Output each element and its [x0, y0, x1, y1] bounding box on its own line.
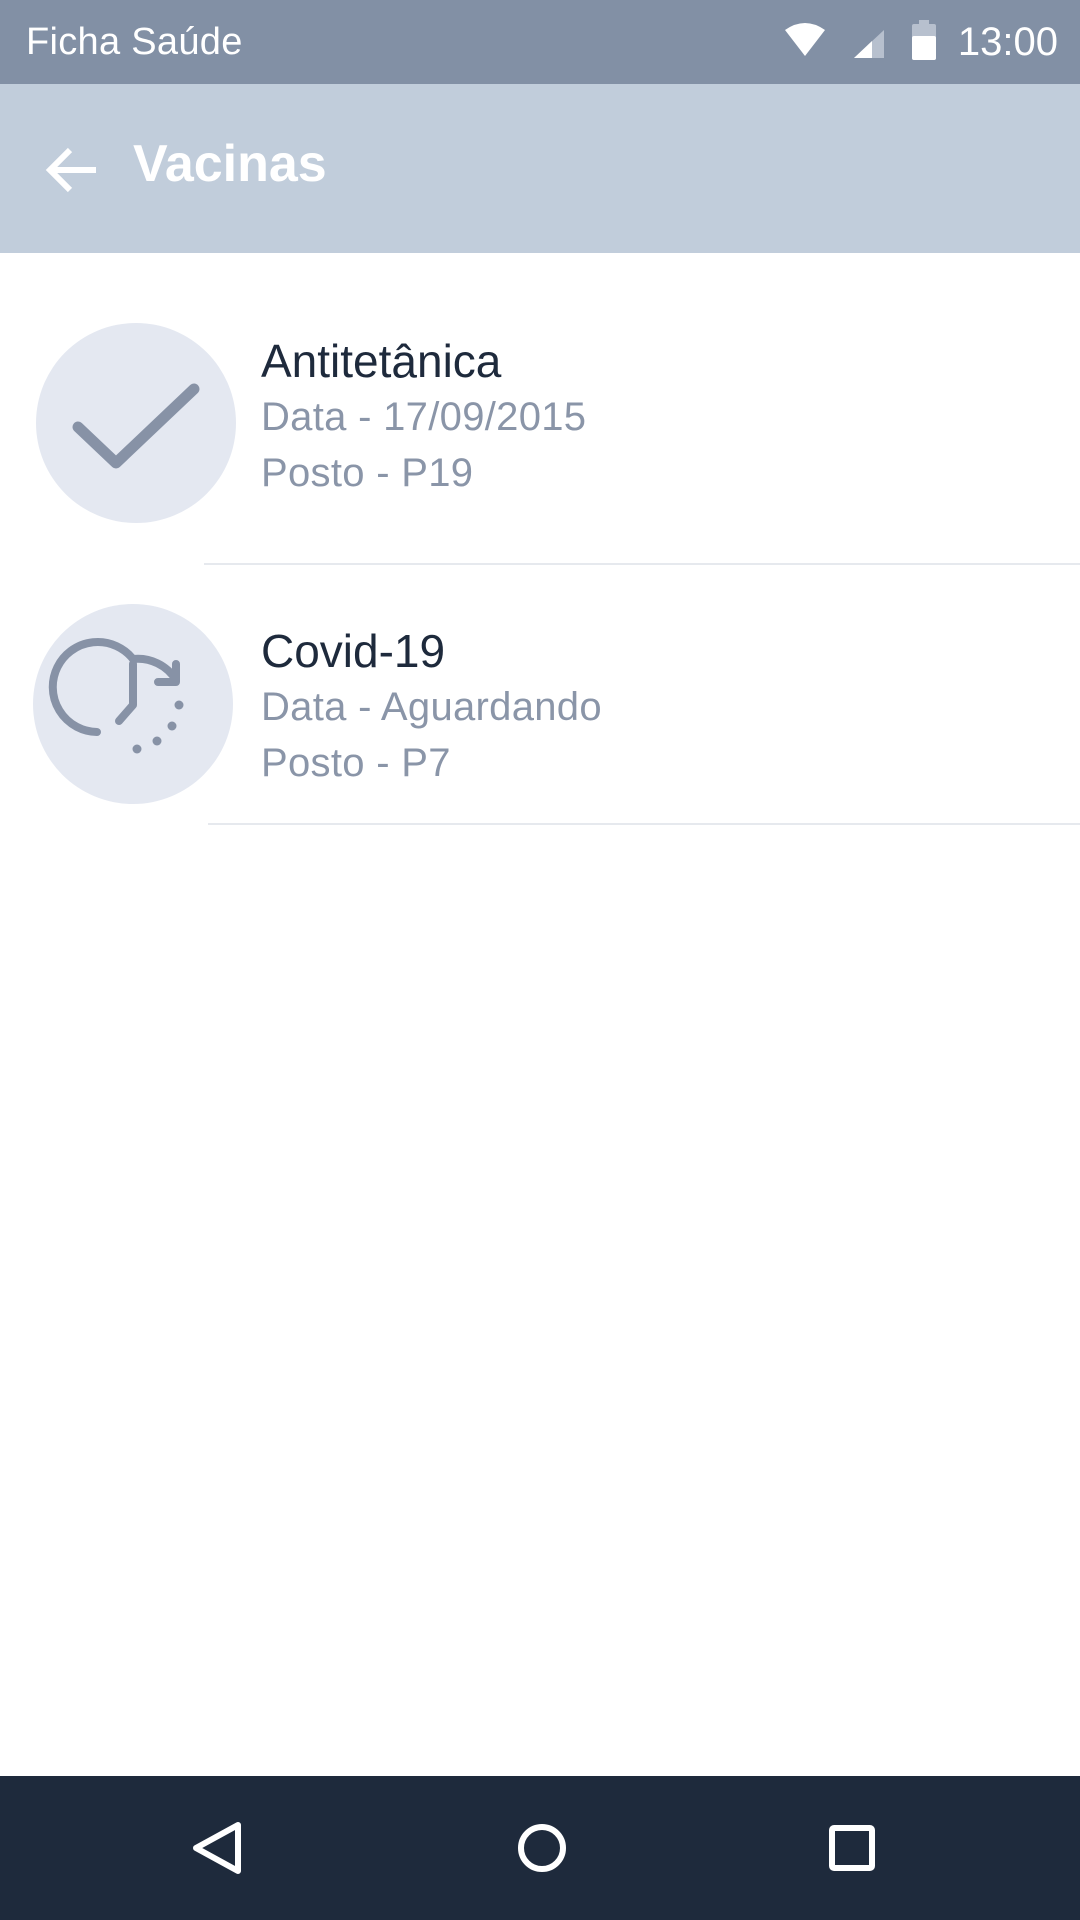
vaccine-item-antitetanica[interactable]: Antitetânica Data - 17/09/2015 Posto - P… [0, 253, 1080, 565]
vaccine-name: Antitetânica [261, 335, 502, 387]
nav-recents-button[interactable] [802, 1798, 902, 1898]
status-avatar [36, 323, 236, 523]
pending-clock-icon [48, 638, 184, 754]
status-avatar [33, 604, 233, 804]
back-triangle-icon [193, 1822, 241, 1874]
battery-icon [912, 20, 936, 60]
wifi-icon [785, 23, 825, 56]
vaccine-text: Covid-19 Data - Aguardando Posto - P7 [261, 623, 602, 791]
status-app-name: Ficha Saúde [26, 21, 243, 63]
vaccine-post: Posto - P19 [261, 451, 474, 495]
recents-square-icon [829, 1825, 875, 1871]
status-bar: Ficha Saúde 13:00 [0, 0, 1080, 84]
home-circle-icon [518, 1824, 566, 1872]
vaccine-text: Antitetânica Data - 17/09/2015 Posto - P… [261, 333, 586, 501]
app-bar: Vacinas [0, 84, 1080, 253]
divider [208, 823, 1080, 825]
nav-back-button[interactable] [168, 1798, 268, 1898]
system-nav-bar [0, 1776, 1080, 1920]
arrow-left-icon [45, 147, 96, 193]
signal-icon [854, 30, 884, 58]
vaccine-post: Posto - P7 [261, 741, 451, 785]
vaccine-name: Covid-19 [261, 625, 446, 677]
nav-home-button[interactable] [492, 1798, 592, 1898]
vaccine-date: Data - 17/09/2015 [261, 395, 587, 439]
check-icon [72, 383, 200, 469]
page-title: Vacinas [133, 135, 327, 193]
vaccine-date: Data - Aguardando [261, 685, 602, 729]
status-time: 13:00 [957, 20, 1058, 64]
back-button[interactable] [32, 130, 112, 210]
vaccines-screen: Ficha Saúde 13:00 Vacinas Antitetânica D… [0, 0, 1080, 1920]
vaccine-item-covid-19[interactable]: Covid-19 Data - Aguardando Posto - P7 [0, 565, 1080, 825]
